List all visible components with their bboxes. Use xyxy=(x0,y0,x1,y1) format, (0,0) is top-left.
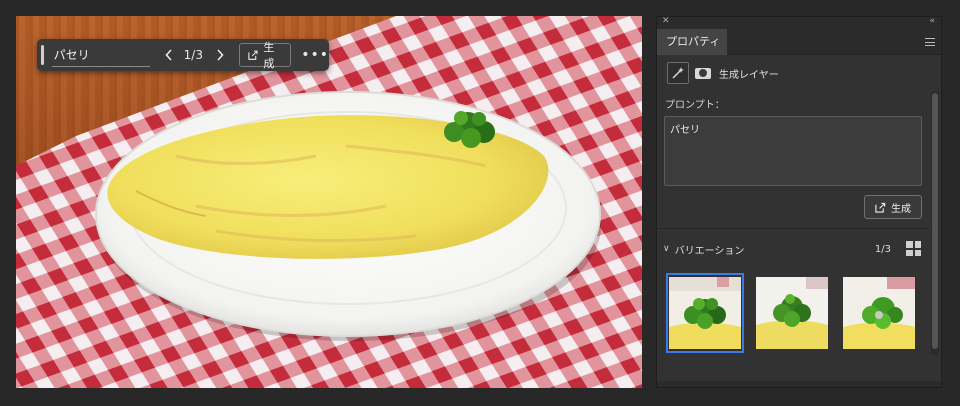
variations-count: 1/3 xyxy=(874,243,891,255)
panel-menu-icon[interactable] xyxy=(925,38,935,46)
prompt-input[interactable] xyxy=(51,43,150,67)
generate-label: 生成 xyxy=(263,41,275,70)
drag-handle[interactable] xyxy=(41,45,44,65)
scrollbar-thumb[interactable] xyxy=(932,93,938,349)
panel-scrollbar[interactable] xyxy=(931,91,939,355)
previous-variation-button[interactable] xyxy=(162,45,176,65)
panel-generate-label: 生成 xyxy=(891,203,911,215)
variation-counter: 1/3 xyxy=(183,48,203,62)
variation-thumbnail-2[interactable] xyxy=(753,273,831,353)
variation-thumbnail-3[interactable] xyxy=(840,273,918,353)
panel-generate-button[interactable]: 生成 xyxy=(864,195,922,219)
variation-1-image xyxy=(669,277,741,349)
more-options-button[interactable]: ••• xyxy=(301,47,329,63)
mask-icon xyxy=(695,67,711,79)
chevron-right-icon xyxy=(217,49,224,61)
ellipsis-icon: ••• xyxy=(301,47,329,63)
variation-3-image xyxy=(843,277,915,349)
properties-panel: ✕ « プロパティ 生成レイヤー プロンプト： パセリ 生成 ∨ バリエーション… xyxy=(656,16,942,388)
document-canvas[interactable] xyxy=(16,16,642,388)
generative-layer-icon xyxy=(667,62,689,84)
layer-type-label: 生成レイヤー xyxy=(719,69,779,81)
prompt-textarea[interactable]: パセリ xyxy=(664,116,922,186)
variation-thumbnails xyxy=(666,273,918,353)
chevron-left-icon xyxy=(165,49,172,61)
panel-tab-row: プロパティ xyxy=(657,29,941,55)
collapse-icon[interactable]: « xyxy=(929,16,935,26)
panel-title-strip: ✕ « xyxy=(657,16,941,29)
grid-view-icon[interactable] xyxy=(906,241,921,256)
tab-properties[interactable]: プロパティ xyxy=(657,29,727,55)
chevron-down-icon[interactable]: ∨ xyxy=(663,244,670,254)
close-icon[interactable]: ✕ xyxy=(662,16,670,26)
generate-icon xyxy=(875,202,886,213)
generate-button[interactable]: 生成 xyxy=(239,41,292,70)
contextual-task-bar: 1/3 生成 ••• xyxy=(37,39,329,71)
variations-title[interactable]: バリエーション xyxy=(675,242,745,257)
omelette-photo xyxy=(16,16,642,388)
variations-header: ∨ バリエーション 1/3 xyxy=(663,241,925,257)
generate-icon xyxy=(248,50,258,60)
layer-type-row: 生成レイヤー xyxy=(667,61,779,85)
variation-2-image xyxy=(756,277,828,349)
prompt-label: プロンプト： xyxy=(665,100,725,111)
variation-thumbnail-1[interactable] xyxy=(666,273,744,353)
section-divider xyxy=(657,228,929,229)
panel-bottom-strip xyxy=(657,381,941,387)
next-variation-button[interactable] xyxy=(213,45,227,65)
